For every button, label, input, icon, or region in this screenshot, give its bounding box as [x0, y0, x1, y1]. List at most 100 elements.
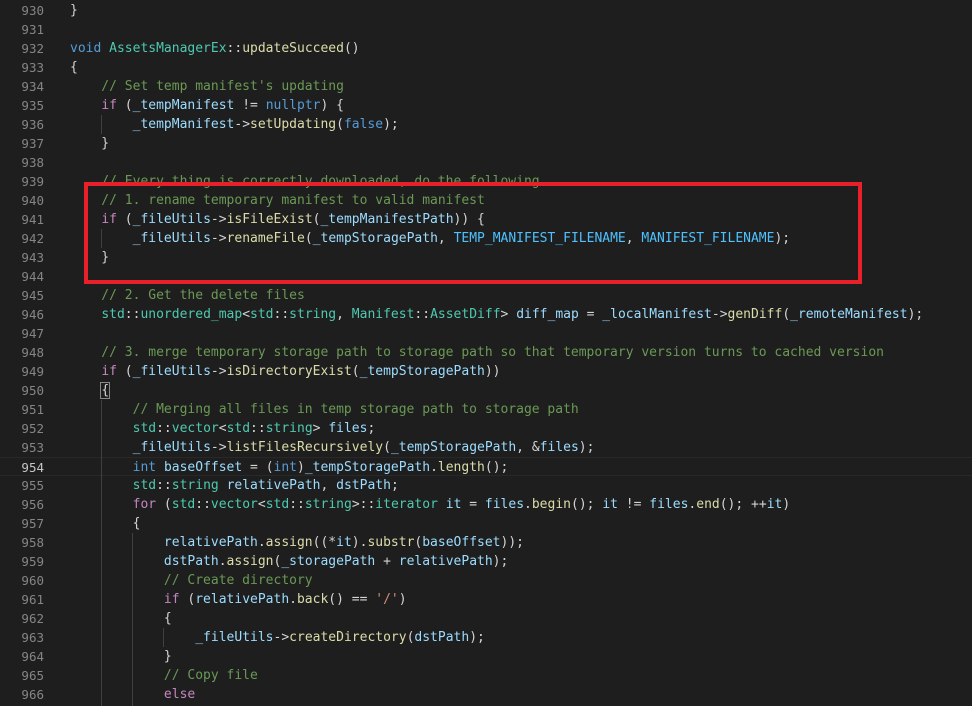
code-line[interactable]: 965 // Copy file — [0, 666, 972, 685]
code-line[interactable]: 966 else — [0, 685, 972, 704]
line-number: 958 — [21, 535, 44, 550]
code-line[interactable]: 944 — [0, 267, 972, 286]
code-line[interactable]: 948 // 3. merge temporary storage path t… — [0, 343, 972, 362]
line-number: 948 — [21, 345, 44, 360]
code-line[interactable]: 941 if (_fileUtils->isFileExist(_tempMan… — [0, 210, 972, 229]
line-code[interactable]: { — [70, 514, 141, 533]
code-line[interactable]: 931 — [0, 20, 972, 39]
code-line[interactable]: 937 } — [0, 134, 972, 153]
code-token: != — [617, 497, 650, 512]
line-code[interactable]: if (relativePath.back() == '/') — [70, 590, 407, 609]
code-line[interactable]: 958 relativePath.assign((*it).substr(bas… — [0, 533, 972, 552]
code-token: :: — [414, 307, 431, 322]
code-token: std — [265, 497, 290, 512]
code-token: // Merging all files in temp storage pat… — [70, 402, 579, 417]
code-line[interactable]: 945 // 2. Get the delete files — [0, 286, 972, 305]
code-token: string — [171, 478, 219, 493]
code-token: :: — [156, 421, 172, 436]
line-code[interactable]: int baseOffset = (int)_tempStoragePath.l… — [70, 458, 509, 477]
code-line[interactable]: 932 void AssetsManagerEx::updateSucceed() — [0, 39, 972, 58]
line-code[interactable]: // Copy file — [70, 666, 258, 685]
line-code[interactable]: // Set temp manifest's updating — [70, 77, 344, 96]
code-token: files — [484, 497, 525, 512]
line-code[interactable]: } — [70, 1, 78, 20]
code-line[interactable]: 960 // Create directory — [0, 571, 972, 590]
indent-guide — [101, 115, 102, 134]
code-line[interactable]: 934 // Set temp manifest's updating — [0, 77, 972, 96]
code-token: . — [257, 535, 266, 550]
code-line[interactable]: 933 { — [0, 58, 972, 77]
code-line[interactable]: 953 _fileUtils->listFilesRecursively(_te… — [0, 438, 972, 457]
code-token: files — [539, 440, 579, 455]
line-code[interactable]: std::string relativePath, dstPath; — [70, 476, 399, 495]
line-code[interactable]: } — [70, 134, 109, 153]
line-code[interactable]: // 1. rename temporary manifest to valid… — [70, 191, 485, 210]
code-line[interactable]: 961 if (relativePath.back() == '/') — [0, 590, 972, 609]
code-line[interactable]: 954 int baseOffset = (int)_tempStoragePa… — [0, 457, 972, 476]
code-token: string — [289, 307, 337, 322]
code-line[interactable]: 956 for (std::vector<std::string>::itera… — [0, 495, 972, 514]
code-line[interactable]: 940 // 1. rename temporary manifest to v… — [0, 191, 972, 210]
code-line[interactable]: 959 dstPath.assign(_storagePath + relati… — [0, 552, 972, 571]
line-code[interactable]: // 2. Get the delete files — [70, 286, 305, 305]
code-line[interactable]: 935 if (_tempManifest != nullptr) { — [0, 96, 972, 115]
line-code[interactable]: } — [70, 248, 109, 267]
code-token: ) — [297, 460, 305, 475]
line-code[interactable]: _tempManifest->setUpdating(false); — [70, 115, 399, 134]
code-token: createDirectory — [289, 630, 407, 645]
code-line[interactable]: 947 — [0, 324, 972, 343]
line-code[interactable]: void AssetsManagerEx::updateSucceed() — [70, 39, 360, 58]
code-line[interactable]: 942 _fileUtils->renameFile(_tempStorageP… — [0, 229, 972, 248]
code-line[interactable]: 963 _fileUtils->createDirectory(dstPath)… — [0, 628, 972, 647]
code-line[interactable]: 939 // Every thing is correctly download… — [0, 172, 972, 191]
line-code[interactable]: _fileUtils->renameFile(_tempStoragePath,… — [70, 229, 791, 248]
code-line[interactable]: 946 std::unordered_map<std::string, Mani… — [0, 305, 972, 324]
code-token: setUpdating — [250, 117, 337, 132]
line-number: 959 — [21, 554, 44, 569]
line-code[interactable]: { — [70, 58, 78, 77]
line-code[interactable]: // 3. merge temporary storage path to st… — [70, 343, 884, 362]
code-line[interactable]: 950 { — [0, 381, 972, 400]
line-code[interactable]: _fileUtils->listFilesRecursively(_tempSt… — [70, 438, 595, 457]
code-line[interactable]: 952 std::vector<std::string> files; — [0, 419, 972, 438]
code-line[interactable]: 930} — [0, 1, 972, 20]
line-code[interactable]: dstPath.assign(_storagePath + relativePa… — [70, 552, 508, 571]
line-code[interactable]: { — [70, 381, 111, 400]
code-line[interactable]: 955 std::string relativePath, dstPath; — [0, 476, 972, 495]
code-token: // 2. Get the delete files — [70, 288, 305, 303]
code-line[interactable]: 938 — [0, 153, 972, 172]
code-line[interactable]: 964 } — [0, 647, 972, 666]
line-code[interactable]: if (_fileUtils->isDirectoryExist(_tempSt… — [70, 362, 500, 381]
line-code[interactable]: if (_fileUtils->isFileExist(_tempManifes… — [70, 210, 485, 229]
line-code[interactable]: // Every thing is correctly downloaded, … — [70, 172, 540, 191]
line-code[interactable]: std::unordered_map<std::string, Manifest… — [70, 305, 923, 324]
code-token: // Every thing is correctly downloaded, … — [70, 174, 540, 189]
line-number: 956 — [21, 497, 44, 512]
line-number: 950 — [21, 383, 44, 398]
line-code[interactable]: } — [70, 647, 172, 666]
code-line[interactable]: 957 { — [0, 514, 972, 533]
line-code[interactable]: // Merging all files in temp storage pat… — [70, 400, 579, 419]
line-code[interactable]: for (std::vector<std::string>::iterator … — [70, 495, 791, 514]
code-token: genDiff — [727, 307, 783, 322]
line-code[interactable]: if (_tempManifest != nullptr) { — [70, 96, 344, 115]
code-line[interactable]: 949 if (_fileUtils->isDirectoryExist(_te… — [0, 362, 972, 381]
code-line[interactable]: 951 // Merging all files in temp storage… — [0, 400, 972, 419]
line-code[interactable]: std::vector<std::string> files; — [70, 419, 376, 438]
code-token: :: — [124, 307, 141, 322]
line-code[interactable]: { — [70, 609, 172, 628]
line-code[interactable]: // Create directory — [70, 571, 313, 590]
code-editor[interactable]: 930} 931 932 void AssetsManagerEx::updateSu… — [0, 0, 972, 706]
code-line[interactable]: 962 { — [0, 609, 972, 628]
line-code[interactable]: relativePath.assign((*it).substr(baseOff… — [70, 533, 524, 552]
code-token: std — [226, 421, 251, 436]
code-token: ( — [116, 98, 133, 113]
code-line[interactable]: 936 _tempManifest->setUpdating(false); — [0, 115, 972, 134]
code-token: int — [132, 460, 157, 475]
code-line[interactable]: 943 } — [0, 248, 972, 267]
code-token: Manifest — [351, 307, 415, 322]
